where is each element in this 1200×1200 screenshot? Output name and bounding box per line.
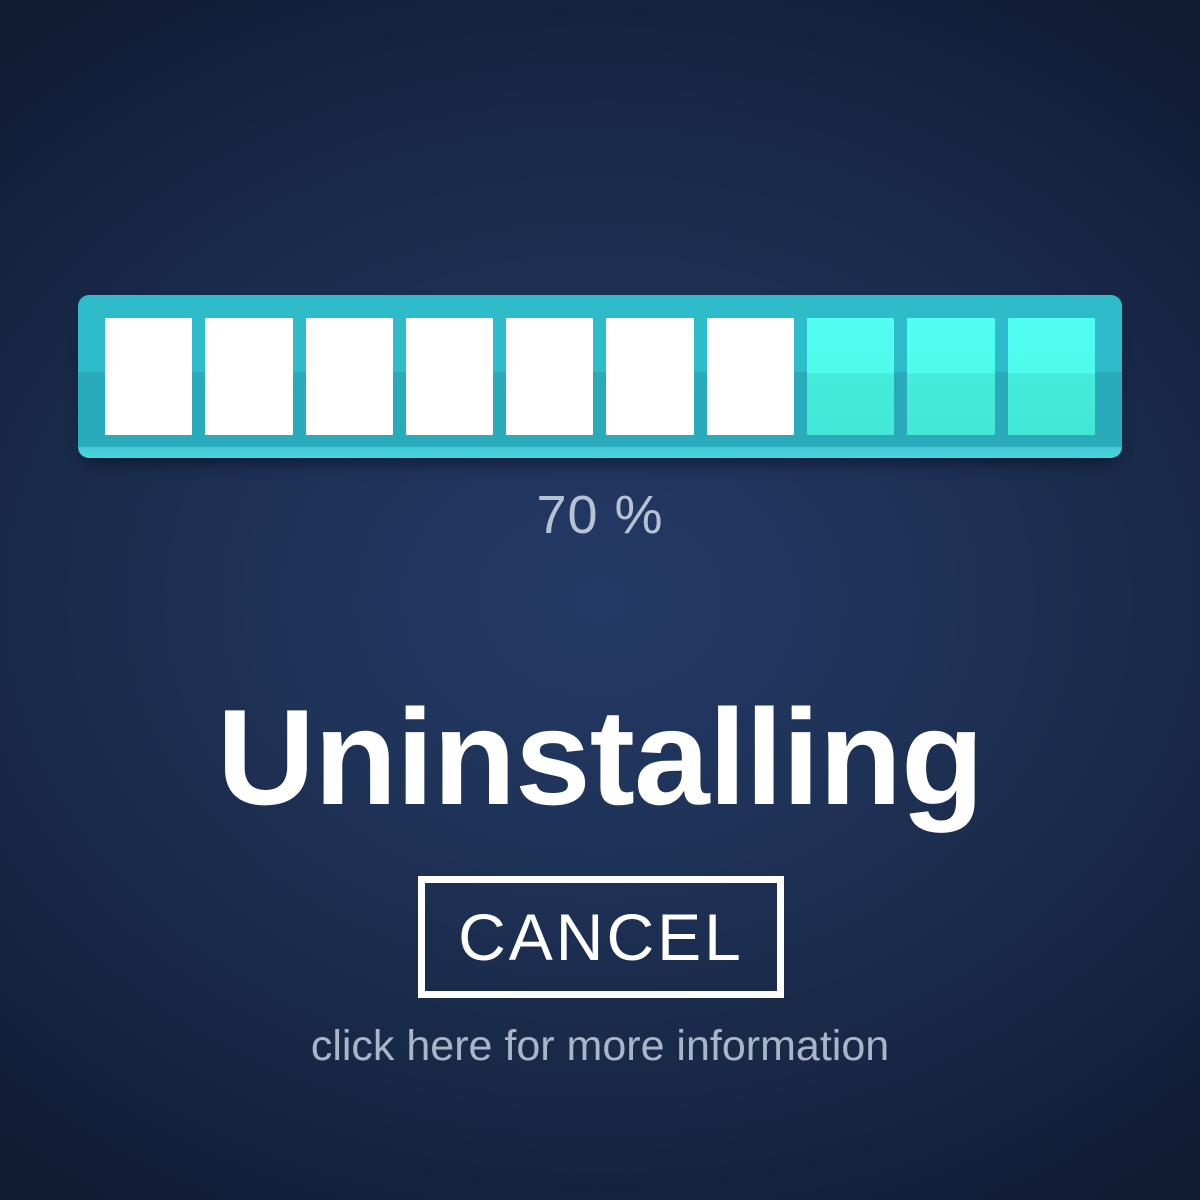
progress-segment <box>205 318 293 435</box>
progress-segment <box>606 318 694 435</box>
progress-segment <box>907 318 995 435</box>
progress-bar <box>78 295 1122 465</box>
progress-segment <box>405 318 494 435</box>
progress-segment <box>506 318 594 435</box>
cancel-button[interactable]: CANCEL <box>418 876 784 998</box>
progress-segment <box>807 318 895 435</box>
progress-bar-track <box>78 295 1122 458</box>
more-information-link[interactable]: click here for more information <box>0 1022 1200 1071</box>
progress-segment <box>706 318 795 435</box>
progress-segment <box>105 318 193 435</box>
uninstall-screen: 70 % Uninstalling CANCEL click here for … <box>0 0 1200 1200</box>
progress-percent-label: 70 % <box>536 485 664 545</box>
progress-segment <box>305 318 393 435</box>
progress-segment <box>1007 318 1095 435</box>
page-title: Uninstalling <box>216 681 984 833</box>
